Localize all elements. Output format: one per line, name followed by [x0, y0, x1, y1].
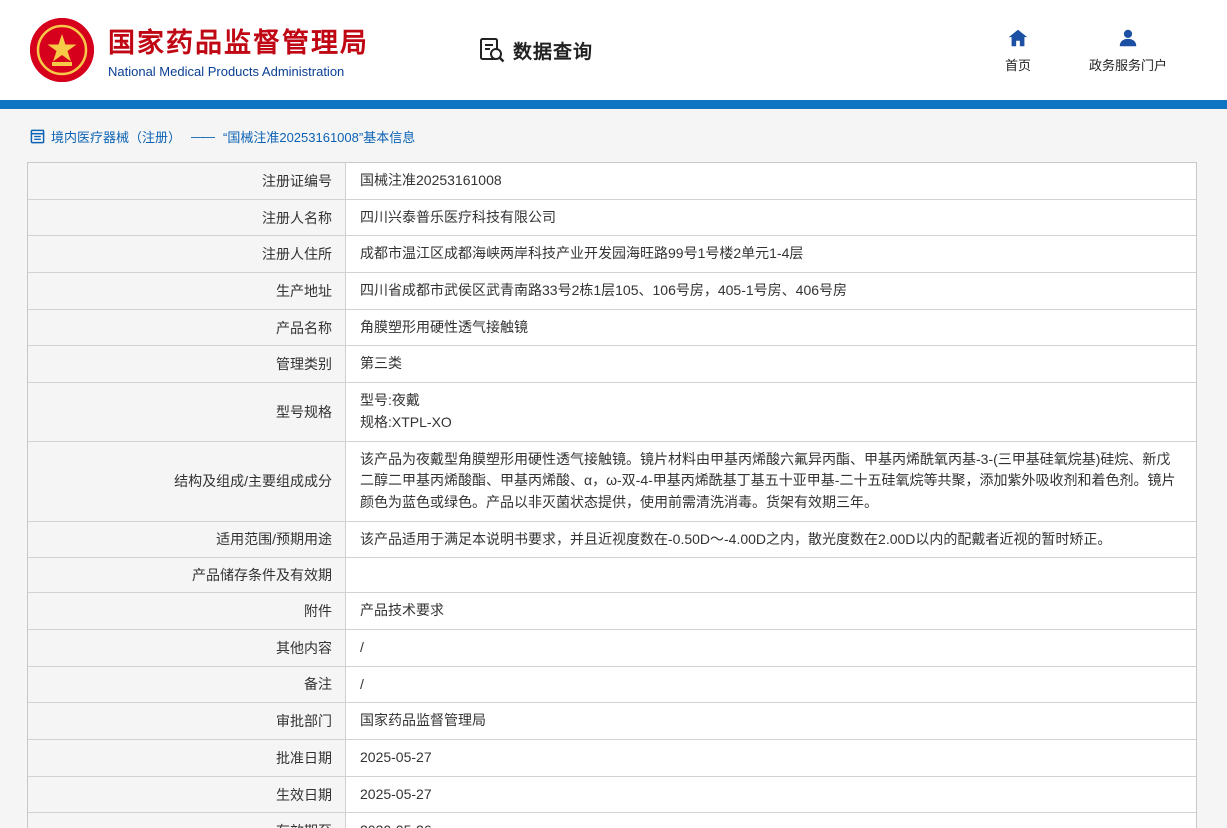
- row-value: 四川兴泰普乐医疗科技有限公司: [346, 200, 1196, 236]
- table-row: 有效期至2030-05-26: [28, 813, 1196, 828]
- table-row: 生效日期2025-05-27: [28, 777, 1196, 814]
- row-label: 产品名称: [28, 310, 346, 346]
- row-value: 该产品适用于满足本说明书要求，并且近视度数在-0.50D～-4.00D之内，散光…: [346, 522, 1196, 558]
- row-value: /: [346, 667, 1196, 703]
- table-row: 产品名称角膜塑形用硬性透气接触镜: [28, 310, 1196, 347]
- row-label: 型号规格: [28, 383, 346, 440]
- table-row: 型号规格型号:夜戴 规格:XTPL-XO: [28, 383, 1196, 441]
- row-value: [346, 558, 1196, 592]
- breadcrumb: 境内医疗器械（注册） —— “国械注准20253161008”基本信息: [0, 109, 1227, 158]
- breadcrumb-section-link[interactable]: 境内医疗器械（注册）: [51, 127, 181, 146]
- org-name-en: National Medical Products Administration: [108, 64, 369, 79]
- row-value: 2030-05-26: [346, 813, 1196, 828]
- data-query-label[interactable]: 数据查询: [513, 37, 593, 64]
- table-row: 适用范围/预期用途该产品适用于满足本说明书要求，并且近视度数在-0.50D～-4…: [28, 522, 1196, 559]
- nav-label-home[interactable]: 首页: [1005, 55, 1031, 74]
- row-label: 注册证编号: [28, 163, 346, 199]
- table-row: 注册证编号国械注准20253161008: [28, 163, 1196, 200]
- table-row: 审批部门国家药品监督管理局: [28, 703, 1196, 740]
- national-emblem-icon: [30, 18, 94, 82]
- row-label: 注册人名称: [28, 200, 346, 236]
- row-label: 附件: [28, 593, 346, 629]
- row-label: 注册人住所: [28, 236, 346, 272]
- site-header: 国家药品监督管理局 National Medical Products Admi…: [0, 0, 1227, 100]
- table-row: 产品储存条件及有效期: [28, 558, 1196, 593]
- row-value: 角膜塑形用硬性透气接触镜: [346, 310, 1196, 346]
- info-table: 注册证编号国械注准20253161008注册人名称四川兴泰普乐医疗科技有限公司注…: [27, 162, 1197, 828]
- org-titles: 国家药品监督管理局 National Medical Products Admi…: [108, 21, 369, 79]
- row-label: 批准日期: [28, 740, 346, 776]
- nmpa-emblem-logo: [30, 18, 94, 82]
- registry-document-icon: [30, 129, 45, 144]
- nav-item-portal[interactable]: 政务服务门户: [1089, 27, 1167, 74]
- row-value: 成都市温江区成都海峡两岸科技产业开发园海旺路99号1号楼2单元1-4层: [346, 236, 1196, 272]
- breadcrumb-separator: ——: [191, 129, 213, 144]
- data-query[interactable]: 数据查询: [479, 37, 593, 64]
- row-value: 型号:夜戴 规格:XTPL-XO: [346, 383, 1196, 440]
- table-row: 附件产品技术要求: [28, 593, 1196, 630]
- table-row: 其他内容/: [28, 630, 1196, 667]
- row-value: 国家药品监督管理局: [346, 703, 1196, 739]
- row-label: 适用范围/预期用途: [28, 522, 346, 558]
- table-row: 批准日期2025-05-27: [28, 740, 1196, 777]
- table-row: 管理类别第三类: [28, 346, 1196, 383]
- user-icon: [1117, 27, 1139, 49]
- row-label: 其他内容: [28, 630, 346, 666]
- header-nav: 首页 政务服务门户: [1005, 27, 1197, 74]
- row-label: 备注: [28, 667, 346, 703]
- row-value: 四川省成都市武侯区武青南路33号2栋1层105、106号房，405-1号房、40…: [346, 273, 1196, 309]
- table-row: 备注/: [28, 667, 1196, 704]
- page-body: 境内医疗器械（注册） —— “国械注准20253161008”基本信息 注册证编…: [0, 109, 1227, 828]
- row-label: 审批部门: [28, 703, 346, 739]
- nav-item-home[interactable]: 首页: [1005, 27, 1031, 74]
- row-label: 有效期至: [28, 813, 346, 828]
- nav-label-portal[interactable]: 政务服务门户: [1089, 55, 1167, 74]
- row-label: 产品储存条件及有效期: [28, 558, 346, 592]
- row-value: 产品技术要求: [346, 593, 1196, 629]
- breadcrumb-current: “国械注准20253161008”基本信息: [223, 127, 415, 146]
- row-label: 结构及组成/主要组成成分: [28, 442, 346, 521]
- row-label: 管理类别: [28, 346, 346, 382]
- row-value: 2025-05-27: [346, 777, 1196, 813]
- row-label: 生效日期: [28, 777, 346, 813]
- header-divider-bar: [0, 100, 1227, 109]
- row-value: 该产品为夜戴型角膜塑形用硬性透气接触镜。镜片材料由甲基丙烯酸六氟异丙酯、甲基丙烯…: [346, 442, 1196, 521]
- table-row: 注册人住所成都市温江区成都海峡两岸科技产业开发园海旺路99号1号楼2单元1-4层: [28, 236, 1196, 273]
- row-value: 第三类: [346, 346, 1196, 382]
- home-icon: [1007, 27, 1029, 49]
- row-value: 国械注准20253161008: [346, 163, 1196, 199]
- row-value: /: [346, 630, 1196, 666]
- table-row: 生产地址四川省成都市武侯区武青南路33号2栋1层105、106号房，405-1号…: [28, 273, 1196, 310]
- row-value: 2025-05-27: [346, 740, 1196, 776]
- table-row: 注册人名称四川兴泰普乐医疗科技有限公司: [28, 200, 1196, 237]
- row-label: 生产地址: [28, 273, 346, 309]
- org-name-cn: 国家药品监督管理局: [108, 21, 369, 60]
- table-row: 结构及组成/主要组成成分该产品为夜戴型角膜塑形用硬性透气接触镜。镜片材料由甲基丙…: [28, 442, 1196, 522]
- document-search-icon: [479, 37, 505, 63]
